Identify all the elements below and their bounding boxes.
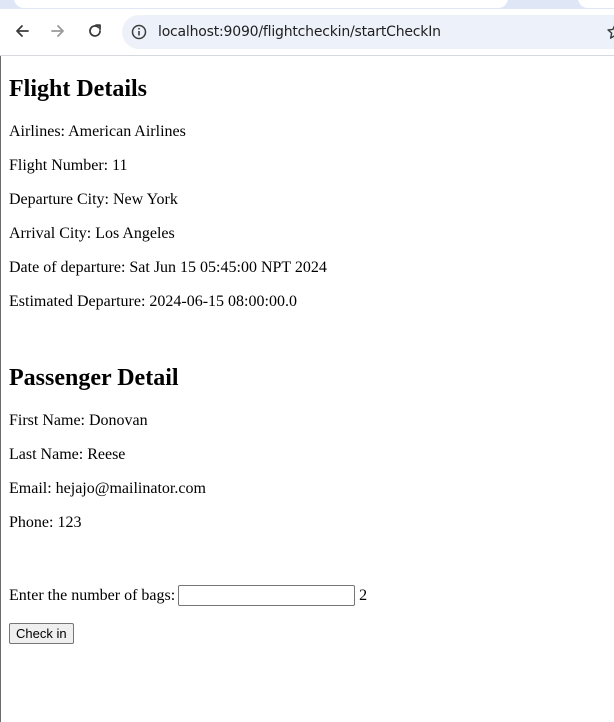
reload-icon <box>89 24 101 37</box>
url-text[interactable]: localhost:9090/flightcheckin/startCheckI… <box>158 23 441 41</box>
airlines-text: Airlines: American Airlines <box>9 123 186 140</box>
star-icon[interactable] <box>606 23 614 41</box>
back-button[interactable] <box>7 16 37 46</box>
tab-strip <box>0 0 614 9</box>
info-circle-icon[interactable] <box>130 23 148 41</box>
departure-city-text: Departure City: New York <box>9 191 178 208</box>
flight-number-text: Flight Number: 11 <box>9 157 128 174</box>
window-border <box>0 56 1 722</box>
browser-toolbar: localhost:9090/flightcheckin/startCheckI… <box>0 9 614 56</box>
last-name-text: Last Name: Reese <box>9 446 126 463</box>
bags-suffix-text: 2 <box>359 587 368 604</box>
estimated-departure-text: Estimated Departure: 2024-06-15 08:00:00… <box>9 293 297 310</box>
arrival-city-text: Arrival City: Los Angeles <box>9 225 175 242</box>
passenger-detail-heading: Passenger Detail <box>9 365 179 391</box>
forward-button[interactable] <box>43 16 73 46</box>
phone-text: Phone: 123 <box>9 514 82 531</box>
check-in-button[interactable]: Check in <box>9 623 74 644</box>
bags-form-row: Enter the number of bags: 2 <box>9 585 367 606</box>
reload-button[interactable] <box>80 16 110 46</box>
arrow-right-icon <box>51 25 64 37</box>
flight-details-heading: Flight Details <box>9 76 147 102</box>
arrow-left-icon <box>16 25 29 37</box>
bags-label: Enter the number of bags: <box>9 587 176 604</box>
first-name-text: First Name: Donovan <box>9 412 148 429</box>
active-tab[interactable] <box>14 0 508 8</box>
date-of-departure-text: Date of departure: Sat Jun 15 05:45:00 N… <box>9 259 327 276</box>
inactive-tab[interactable] <box>578 0 614 8</box>
bags-input[interactable] <box>178 585 356 606</box>
email-text: Email: hejajo@mailinator.com <box>9 480 206 497</box>
address-bar[interactable]: localhost:9090/flightcheckin/startCheckI… <box>122 15 614 49</box>
